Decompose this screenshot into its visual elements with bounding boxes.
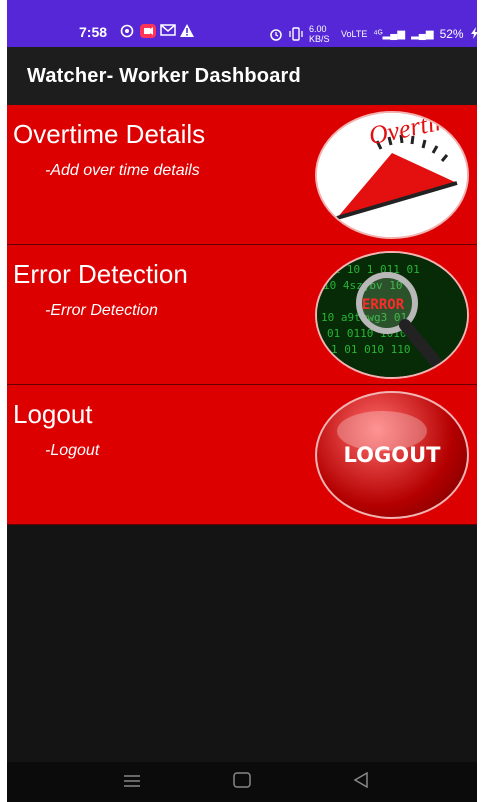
status-left-icons <box>120 24 194 38</box>
logout-card[interactable]: Logout -Logout LOGOUT <box>7 385 477 525</box>
svg-text:1 01 010 110: 1 01 010 110 <box>331 343 410 356</box>
error-magnifier-image: 01 10 1 011 01 10 4szjbv 10 10 a9tmwg3 0… <box>315 251 469 379</box>
overtime-gauge-image: Overtim <box>315 111 469 239</box>
app-bar: Watcher- Worker Dashboard <box>7 47 477 105</box>
app-title: Watcher- Worker Dashboard <box>27 65 301 87</box>
card-subtitle: -Error Detection <box>45 302 158 319</box>
4g-signal-icon: ⁴ᴳ▂▄▆ <box>373 28 406 40</box>
back-icon[interactable] <box>353 771 369 793</box>
card-title: Logout <box>13 399 93 429</box>
navigation-bar <box>7 762 477 802</box>
error-detection-card[interactable]: Error Detection -Error Detection 01 10 1… <box>7 245 477 385</box>
card-subtitle: -Logout <box>45 442 100 459</box>
logout-button-image[interactable]: LOGOUT <box>315 391 469 519</box>
alarm-icon <box>269 27 283 41</box>
status-right-icons: 6.00 KB/S VoLTE ⁴ᴳ▂▄▆ ▂▄▆ 52% <box>269 24 477 44</box>
menu-icon[interactable] <box>123 772 141 793</box>
warning-icon <box>180 24 194 38</box>
network-speed: 6.00 KB/S <box>309 24 330 44</box>
battery-text: 52% <box>439 27 464 41</box>
home-icon[interactable] <box>233 772 251 793</box>
card-title: Overtime Details <box>13 119 206 149</box>
vibrate-icon <box>289 27 303 41</box>
logout-image-text: LOGOUT <box>344 443 442 467</box>
signal-icon: ▂▄▆ <box>411 28 434 40</box>
status-time: 7:58 <box>79 24 108 40</box>
gmail-icon <box>160 24 176 38</box>
whatsapp-icon <box>120 24 134 38</box>
charging-icon <box>470 26 477 42</box>
phone-screen: 7:58 6.00 KB/S VoLTE ⁴ᴳ▂▄▆ ▂▄▆ 52% Watch… <box>7 0 477 802</box>
volte-icon: VoLTE <box>341 29 368 39</box>
svg-text:01 10 1 011 01: 01 10 1 011 01 <box>327 263 420 276</box>
status-bar: 7:58 6.00 KB/S VoLTE ⁴ᴳ▂▄▆ ▂▄▆ 52% <box>7 0 477 47</box>
error-image-text: ERROR <box>362 297 405 313</box>
card-title: Error Detection <box>13 259 188 289</box>
video-record-icon <box>140 24 156 38</box>
card-subtitle: -Add over time details <box>45 162 200 179</box>
overtime-details-card[interactable]: Overtime Details -Add over time details … <box>7 105 477 245</box>
